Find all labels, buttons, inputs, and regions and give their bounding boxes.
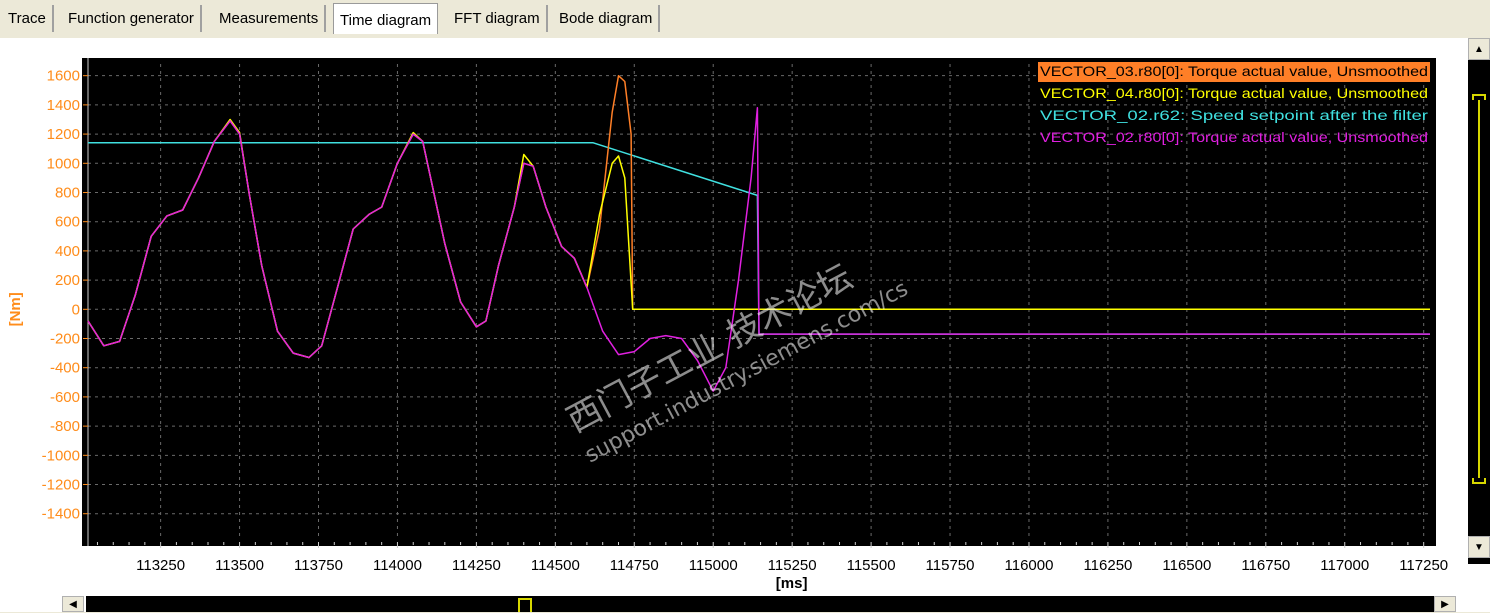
tab-fft-diagram[interactable]: FFT diagram bbox=[448, 5, 548, 32]
y-tick-label: -1200 bbox=[42, 477, 80, 494]
x-tick-label: 114750 bbox=[610, 557, 659, 574]
x-tick-label: 114500 bbox=[531, 557, 580, 574]
y-tick-label: 400 bbox=[55, 243, 80, 260]
vertical-scrollbar[interactable]: ▲ ▼ bbox=[1468, 38, 1490, 564]
y-tick-label: -400 bbox=[50, 360, 80, 377]
time-diagram-chart: 1600 1400 1200 1000 800 600 400 200 0 -200 -400 -60… bbox=[0, 38, 1468, 596]
x-axis-label: [ms] bbox=[776, 575, 808, 592]
y-tick-label: 0 bbox=[72, 301, 80, 318]
y-tick-label: -200 bbox=[50, 331, 80, 348]
x-tick-label: 114250 bbox=[452, 557, 501, 574]
x-tick-label: 116000 bbox=[1005, 557, 1054, 574]
x-tick-label: 115250 bbox=[768, 557, 817, 574]
x-tick-label: 114000 bbox=[373, 557, 422, 574]
triangle-up-icon: ▲ bbox=[1474, 44, 1484, 55]
tab-bar: Trace Function generator Measurements Ti… bbox=[0, 0, 1490, 38]
scroll-right-button[interactable]: ▶ bbox=[1434, 596, 1456, 612]
y-axis-label: [Nm] bbox=[7, 292, 24, 326]
x-tick-label: 116250 bbox=[1083, 557, 1132, 574]
x-tick-label: 113250 bbox=[136, 557, 185, 574]
legend-entry-1: VECTOR_03.r80[0]: Torque actual value, U… bbox=[1040, 63, 1428, 79]
scroll-left-button[interactable]: ◀ bbox=[62, 596, 84, 612]
y-tick-label: 1600 bbox=[47, 68, 80, 85]
legend-entry-3: VECTOR_02.r62: Speed setpoint after the … bbox=[1040, 107, 1428, 123]
x-tick-label: 117250 bbox=[1399, 557, 1448, 574]
x-tick-label: 113500 bbox=[215, 557, 264, 574]
y-tick-label: -800 bbox=[50, 418, 80, 435]
scroll-down-button[interactable]: ▼ bbox=[1468, 536, 1490, 558]
tab-time-diagram[interactable]: Time diagram bbox=[333, 3, 439, 34]
y-tick-label: -1400 bbox=[42, 506, 80, 523]
scroll-up-button[interactable]: ▲ bbox=[1468, 38, 1490, 60]
y-tick-label: -600 bbox=[50, 389, 80, 406]
y-tick-label: 200 bbox=[55, 272, 80, 289]
x-tick-label: 115500 bbox=[847, 557, 896, 574]
tab-bode-diagram[interactable]: Bode diagram bbox=[553, 5, 661, 32]
x-tick-label: 115000 bbox=[689, 557, 738, 574]
time-diagram-panel: 1600 1400 1200 1000 800 600 400 200 0 -200 -400 -60… bbox=[0, 38, 1490, 612]
x-tick-label: 117000 bbox=[1320, 557, 1369, 574]
vertical-range-handle-bottom[interactable] bbox=[1472, 478, 1486, 484]
x-tick-label: 115750 bbox=[926, 557, 975, 574]
triangle-down-icon: ▼ bbox=[1474, 542, 1484, 553]
legend-entry-2: VECTOR_04.r80[0]: Torque actual value, U… bbox=[1040, 85, 1428, 101]
y-tick-label: 1200 bbox=[47, 126, 80, 143]
horizontal-scrollbar[interactable] bbox=[86, 596, 1434, 612]
y-tick-label: 600 bbox=[55, 214, 80, 231]
y-tick-label: -1000 bbox=[42, 447, 80, 464]
tab-function-generator[interactable]: Function generator bbox=[62, 5, 202, 32]
tab-measurements[interactable]: Measurements bbox=[213, 5, 327, 32]
vertical-range-bar bbox=[1478, 100, 1480, 478]
x-tick-label: 116750 bbox=[1241, 557, 1290, 574]
triangle-left-icon: ◀ bbox=[69, 599, 77, 610]
triangle-right-icon: ▶ bbox=[1441, 599, 1449, 610]
horizontal-range-handle[interactable] bbox=[518, 598, 532, 612]
y-tick-label: 1000 bbox=[47, 155, 80, 172]
legend-entry-4: VECTOR_02.r80[0]: Torque actual value, U… bbox=[1040, 129, 1428, 145]
y-tick-label: 800 bbox=[55, 184, 80, 201]
y-tick-label: 1400 bbox=[47, 97, 80, 114]
x-tick-label: 113750 bbox=[294, 557, 343, 574]
tab-trace[interactable]: Trace bbox=[2, 5, 54, 32]
x-tick-label: 116500 bbox=[1162, 557, 1211, 574]
